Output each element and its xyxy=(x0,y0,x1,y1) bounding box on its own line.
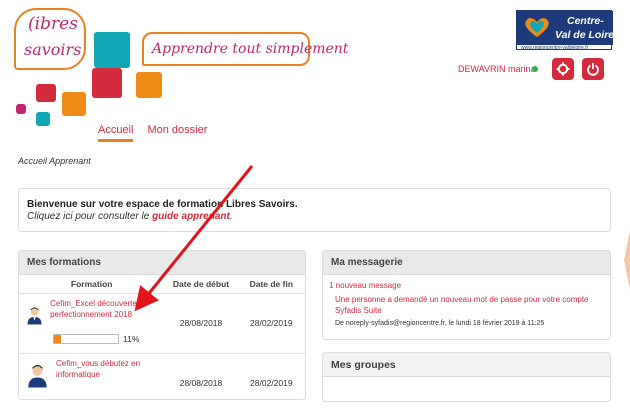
tagline-bubble: Apprendre tout simplement xyxy=(142,32,348,66)
logo-square-teal-small xyxy=(36,112,50,126)
region-centre-logo: Centre- Val de Loire www.regioncentre-va… xyxy=(516,10,615,51)
welcome-title: Bienvenue sur votre espace de formation … xyxy=(27,199,298,210)
end-date-cell: 28/02/2019 xyxy=(237,353,305,399)
tab-mon-dossier[interactable]: Mon dossier xyxy=(147,124,207,142)
welcome-text-after: . xyxy=(229,211,233,222)
start-date-cell: 28/08/2018 xyxy=(164,353,238,399)
welcome-text: Cliquez ici pour consulter le guide appr… xyxy=(27,211,602,222)
side-decoration xyxy=(624,230,630,290)
formations-table: Formation Date de début Date de fin Cefi… xyxy=(19,275,305,399)
logo-bubble: (ibres savoirs xyxy=(14,8,86,70)
end-date-cell: 28/02/2019 xyxy=(237,293,305,354)
main-nav: Accueil Mon dossier xyxy=(98,124,207,142)
logo-square-teal xyxy=(94,32,130,68)
region-name-line2: Val de Loire xyxy=(555,29,615,41)
start-date-cell: 28/08/2018 xyxy=(164,293,238,354)
column-header-end: Date de fin xyxy=(237,275,305,294)
tagline-text: Apprendre tout simplement xyxy=(152,41,349,57)
user-name[interactable]: DEWAVRIN marina xyxy=(458,64,536,74)
page-title: Accueil Apprenant xyxy=(18,156,91,166)
table-row[interactable]: Cefim_Excel découverte et perfectionneme… xyxy=(19,293,305,354)
groupes-panel-title: Mes groupes xyxy=(323,353,610,377)
table-row[interactable]: Cefim_vous débutez en informatique 28/08… xyxy=(19,353,305,399)
logo-square-red xyxy=(92,68,122,98)
formation-title-link[interactable]: Cefim_vous débutez en informatique xyxy=(56,354,164,390)
formations-panel: Mes formations Formation Date de début D… xyxy=(18,250,306,400)
logo-square-pink xyxy=(16,104,26,114)
formation-title-link[interactable]: Cefim_Excel découverte et perfectionneme… xyxy=(50,294,164,330)
logo-square-orange xyxy=(136,72,162,98)
message-meta: De noreply-syfadis@regioncentre.fr, le l… xyxy=(335,320,545,327)
messagerie-panel: Ma messagerie 1 nouveau message Une pers… xyxy=(322,250,611,340)
progress-label: 11% xyxy=(123,333,140,344)
message-subject-link[interactable]: Une personne a demandé un nouveau mot de… xyxy=(323,292,610,316)
progress-fill xyxy=(54,334,62,343)
column-header-start: Date de début xyxy=(164,275,238,294)
column-header-formation: Formation xyxy=(19,275,165,294)
new-message-count-link[interactable]: 1 nouveau message xyxy=(323,275,610,292)
settings-button[interactable] xyxy=(552,58,574,80)
online-status-dot xyxy=(532,66,538,72)
region-url: www.regioncentre-valdeloire.fr xyxy=(521,45,589,51)
messagerie-panel-title: Ma messagerie xyxy=(323,251,610,275)
guide-apprenant-link[interactable]: guide apprenant xyxy=(152,211,230,222)
libres-savoirs-logo: (ibres savoirs Apprendre tout simplement xyxy=(0,0,348,140)
region-name-line1: Centre- xyxy=(567,15,604,27)
progress-bar xyxy=(53,333,119,344)
welcome-box: Bienvenue sur votre espace de formation … xyxy=(18,188,611,232)
formation-cell: Cefim_vous débutez en informatique xyxy=(19,353,165,399)
logo-text-line1: (ibres xyxy=(28,14,78,34)
user-avatar-icon xyxy=(27,306,42,325)
tab-accueil[interactable]: Accueil xyxy=(98,124,134,142)
welcome-text-before: Cliquez ici pour consulter le xyxy=(27,211,153,222)
power-icon xyxy=(587,63,599,76)
logo-text-line2: savoirs xyxy=(24,40,82,59)
gear-icon xyxy=(556,62,570,76)
formation-cell: Cefim_Excel découverte et perfectionneme… xyxy=(19,293,165,354)
region-heart-icon xyxy=(525,18,549,37)
logout-button[interactable] xyxy=(582,58,604,80)
logo-square-red-small xyxy=(36,84,56,102)
groupes-panel: Mes groupes xyxy=(322,352,611,402)
region-logo-banner: Centre- Val de Loire xyxy=(517,11,615,45)
logo-square-orange-small xyxy=(62,92,86,116)
progress-row: 11% xyxy=(53,333,164,344)
user-avatar-icon xyxy=(28,364,47,387)
formations-panel-title: Mes formations xyxy=(19,251,305,275)
